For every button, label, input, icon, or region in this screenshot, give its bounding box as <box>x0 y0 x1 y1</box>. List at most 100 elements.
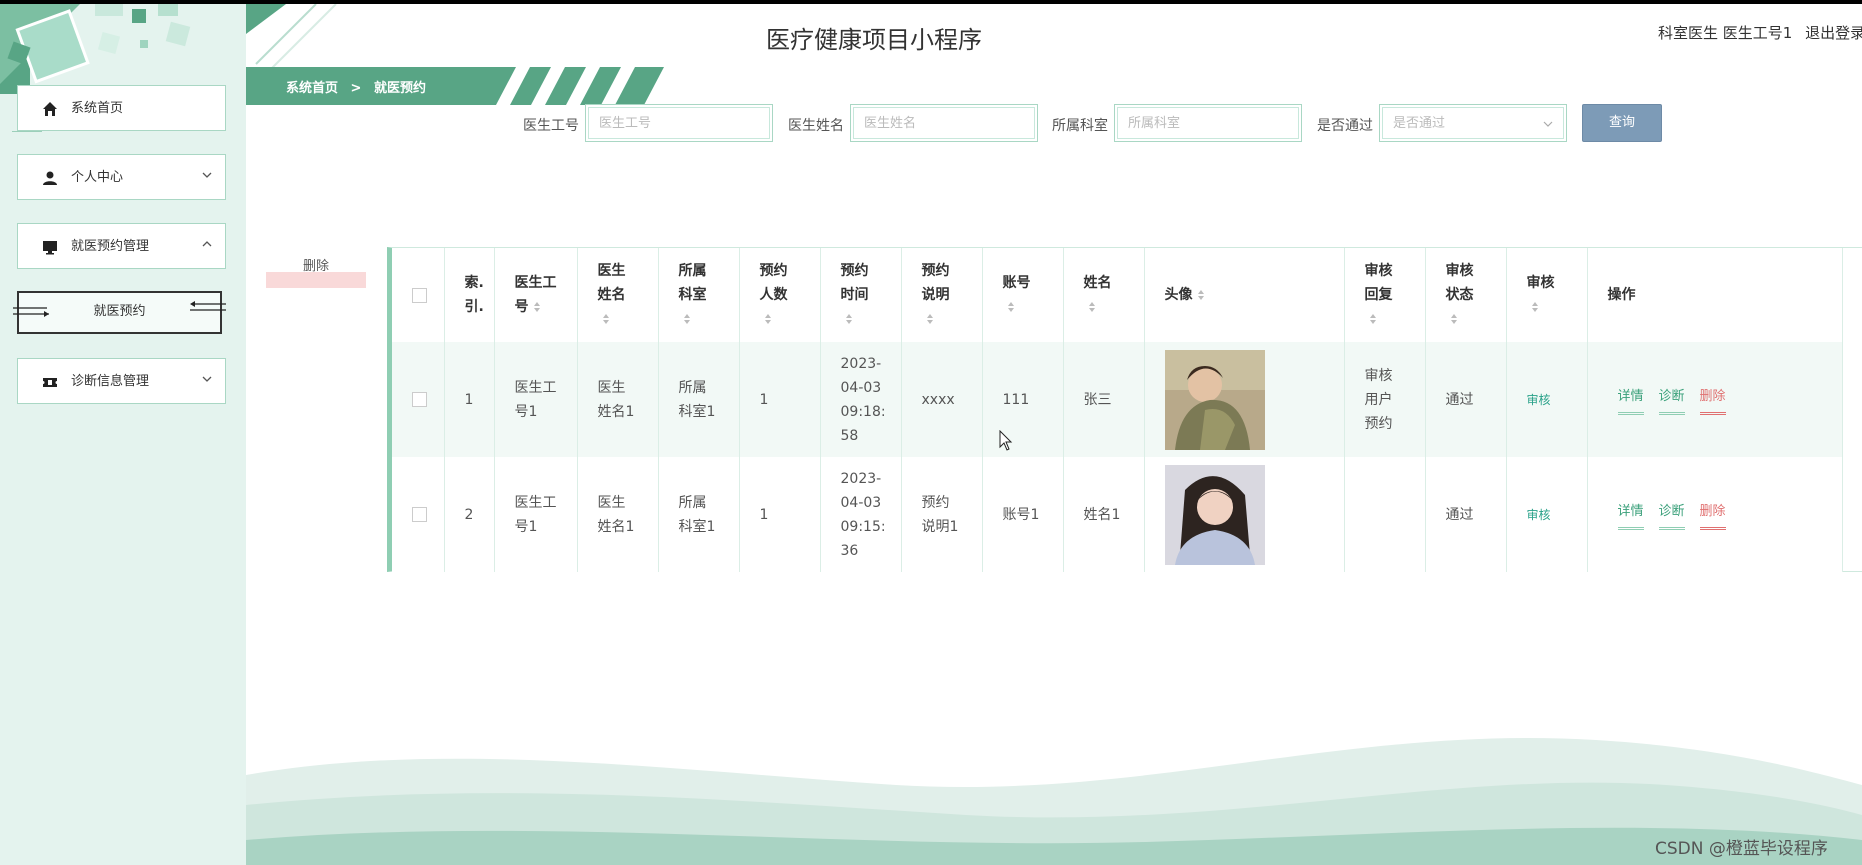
sort-icon[interactable] <box>533 301 541 313</box>
detail-button[interactable]: 详情 <box>1617 500 1644 530</box>
col-department[interactable]: 所属 科室 <box>658 248 740 342</box>
col-label: 账号 <box>1002 275 1031 291</box>
avatar[interactable] <box>1164 349 1265 450</box>
footer-wave-decoration <box>246 738 1862 865</box>
cell-avatar <box>1144 457 1345 572</box>
col-label: 审核 状态 <box>1445 263 1474 303</box>
doctor-no-label: 医生工号 <box>523 118 579 134</box>
arrow-right-icon <box>13 307 49 317</box>
sidebar-item-diagnosis-mgmt[interactable]: 诊断信息管理 <box>17 358 226 404</box>
sort-icon[interactable] <box>1197 289 1205 301</box>
sidebar-item-label: 个人中心 <box>71 170 124 185</box>
department-field-wrap <box>1114 104 1302 142</box>
doctor-name-label: 医生姓名 <box>788 118 844 134</box>
batch-delete-button[interactable]: 删除 <box>266 258 366 288</box>
doctor-name-input[interactable] <box>853 107 1035 139</box>
user-info: 科室医生 医生工号1 <box>1658 24 1793 42</box>
col-reply[interactable]: 审核 回复 <box>1344 248 1426 342</box>
passed-select[interactable] <box>1379 104 1567 142</box>
sort-icon[interactable] <box>602 313 610 325</box>
cell-doctor-name: 医生 姓名1 <box>577 342 659 457</box>
col-doctor-no[interactable]: 医生工 号 <box>494 248 578 342</box>
cell-index: 2 <box>444 457 495 572</box>
col-label: 预约 时间 <box>840 263 869 303</box>
row-checkbox[interactable] <box>412 392 427 407</box>
sort-icon[interactable] <box>1088 301 1096 313</box>
passed-label: 是否通过 <box>1317 118 1373 134</box>
col-label: 姓名 <box>1083 275 1112 291</box>
sidebar-subitem-label: 就医预约 <box>93 304 146 319</box>
sort-icon[interactable] <box>1450 313 1458 325</box>
cell-audit: 审核 <box>1506 457 1588 572</box>
department-input[interactable] <box>1117 107 1299 139</box>
col-status[interactable]: 审核 状态 <box>1425 248 1507 342</box>
col-label: 审核 回复 <box>1364 263 1393 303</box>
doctor-name-field-wrap <box>850 104 1038 142</box>
cell-desc: 预约 说明1 <box>901 457 983 572</box>
avatar[interactable] <box>1164 464 1265 565</box>
cell-time: 2023- 04-03 09:18: 58 <box>820 342 902 457</box>
diagnose-button[interactable]: 诊断 <box>1658 500 1685 530</box>
arrow-left-icon <box>190 301 226 311</box>
col-name[interactable]: 姓名 <box>1063 248 1145 342</box>
select-all-checkbox[interactable] <box>412 287 427 303</box>
col-label: 医生 姓名 <box>597 263 626 303</box>
cell-audit: 审核 <box>1506 342 1588 457</box>
home-icon <box>43 102 57 116</box>
col-label: 预约 说明 <box>921 263 950 303</box>
col-desc[interactable]: 预约 说明 <box>901 248 983 342</box>
cell-doctor-name: 医生 姓名1 <box>577 457 659 572</box>
table-header-row: 索. 引. 医生工 号 医生 姓名 所属 科室 预约 人数 预约 时间 预约 说… <box>392 248 1843 342</box>
sidebar-item-home[interactable]: 系统首页 <box>17 85 226 131</box>
mouse-cursor-icon <box>999 430 1013 451</box>
doctor-no-input[interactable] <box>588 107 770 139</box>
breadcrumb-separator: > <box>350 81 362 96</box>
sort-icon[interactable] <box>764 313 772 325</box>
query-button[interactable]: 查询 <box>1582 104 1662 142</box>
cell-reply: 审核 用户 预约 <box>1344 342 1426 457</box>
col-audit[interactable]: 审核 <box>1506 248 1588 342</box>
sort-icon[interactable] <box>926 313 934 325</box>
appointment-table: 索. 引. 医生工 号 医生 姓名 所属 科室 预约 人数 预约 时间 预约 说… <box>387 247 1862 572</box>
col-time[interactable]: 预约 时间 <box>820 248 902 342</box>
sidebar-subitem-appointment[interactable]: 就医预约 <box>13 291 226 334</box>
cell-count: 1 <box>739 457 821 572</box>
delete-row-button[interactable]: 删除 <box>1699 385 1726 415</box>
row-checkbox[interactable] <box>412 507 427 522</box>
breadcrumb-home[interactable]: 系统首页 <box>286 81 338 96</box>
sort-icon[interactable] <box>683 313 691 325</box>
sidebar: 系统首页 个人中心 就医预约管理 就医预约 诊断信息管理 <box>0 4 246 865</box>
cell-account: 111 <box>982 342 1064 457</box>
col-count[interactable]: 预约 人数 <box>739 248 821 342</box>
detail-button[interactable]: 详情 <box>1617 385 1644 415</box>
monitor-icon <box>43 241 57 255</box>
col-account[interactable]: 账号 <box>982 248 1064 342</box>
cell-doctor-no: 医生工 号1 <box>494 342 578 457</box>
cell-count: 1 <box>739 342 821 457</box>
sort-icon[interactable] <box>1369 313 1377 325</box>
breadcrumb: 系统首页 > 就医预约 <box>286 77 426 96</box>
col-avatar[interactable]: 头像 <box>1144 248 1345 342</box>
cell-department: 所属 科室1 <box>658 457 740 572</box>
sort-icon[interactable] <box>845 313 853 325</box>
col-ops: 操作 <box>1587 248 1843 342</box>
logout-link[interactable]: 退出登录 <box>1805 24 1862 42</box>
diagnose-button[interactable]: 诊断 <box>1658 385 1685 415</box>
table-row: 2 医生工 号1 医生 姓名1 所属 科室1 1 2023- 04-03 09:… <box>392 457 1843 572</box>
audit-link[interactable]: 审核 <box>1527 508 1551 522</box>
passed-select-input[interactable] <box>1382 107 1564 139</box>
breadcrumb-current: 就医预约 <box>373 81 426 96</box>
audit-link[interactable]: 审核 <box>1527 393 1551 407</box>
col-label: 头像 <box>1164 287 1193 303</box>
delete-row-button[interactable]: 删除 <box>1699 500 1726 530</box>
cell-status: 通过 <box>1425 342 1507 457</box>
sidebar-item-label: 诊断信息管理 <box>71 374 150 389</box>
sidebar-item-appointment-mgmt[interactable]: 就医预约管理 <box>17 223 226 269</box>
cell-ops: 详情 诊断 删除 <box>1587 342 1843 457</box>
sidebar-item-personal[interactable]: 个人中心 <box>17 154 226 200</box>
ticket-icon <box>43 378 57 387</box>
col-doctor-name[interactable]: 医生 姓名 <box>577 248 659 342</box>
sort-icon[interactable] <box>1007 301 1015 313</box>
chevron-down-icon <box>202 376 212 382</box>
sort-icon[interactable] <box>1531 301 1539 313</box>
